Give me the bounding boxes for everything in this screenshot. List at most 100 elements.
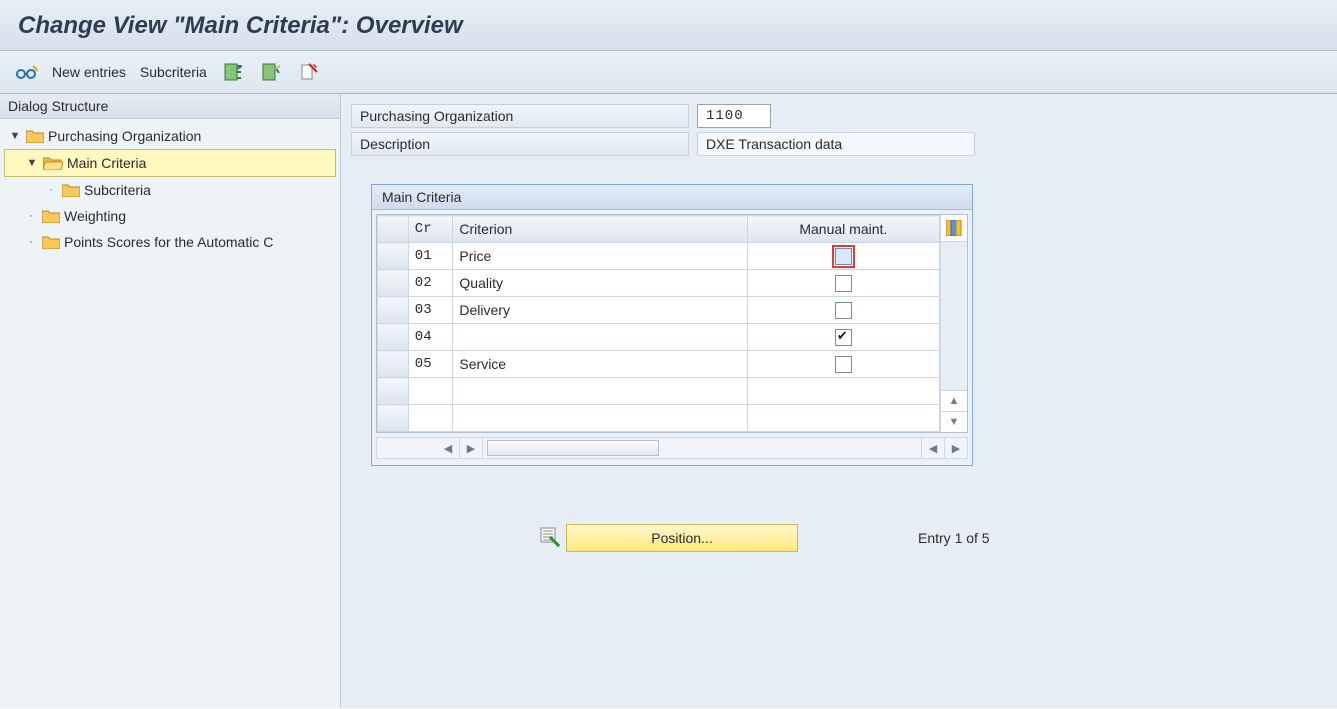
cell-manual-maint[interactable] (747, 405, 939, 432)
expander-icon[interactable]: ▼ (8, 130, 22, 142)
table-row[interactable]: 05 Service (378, 351, 940, 378)
cell-cr[interactable]: 03 (408, 297, 453, 324)
cell-criterion[interactable] (453, 405, 747, 432)
subcriteria-button[interactable]: Subcriteria (140, 64, 207, 80)
cell-cr[interactable]: 05 (408, 351, 453, 378)
horizontal-scrollbar[interactable]: ◀ ▶ ◀ ▶ (376, 437, 968, 459)
tree-label: Purchasing Organization (48, 128, 201, 144)
entry-counter: Entry 1 of 5 (918, 530, 990, 546)
col-header-criterion[interactable]: Criterion (453, 216, 747, 243)
cell-manual-maint[interactable] (747, 270, 939, 297)
dialog-structure-sidebar: Dialog Structure ▼ Purchasing Organizati… (0, 94, 341, 708)
tree-item-purchasing-organization[interactable]: ▼ Purchasing Organization (4, 123, 336, 149)
table-row[interactable]: 03 Delivery (378, 297, 940, 324)
row-selector[interactable] (378, 405, 409, 432)
cell-criterion[interactable]: Delivery (453, 297, 747, 324)
row-selector[interactable] (378, 297, 409, 324)
cell-cr[interactable] (408, 405, 453, 432)
select-all-icon[interactable] (221, 60, 245, 84)
checkbox[interactable] (835, 248, 852, 265)
checkbox[interactable] (835, 275, 852, 292)
scroll-right-icon[interactable]: ▶ (944, 438, 967, 458)
select-all-column[interactable] (378, 216, 409, 243)
table-row[interactable]: 01 Price (378, 243, 940, 270)
table-row[interactable] (378, 405, 940, 432)
cell-manual-maint[interactable] (747, 243, 939, 270)
row-selector[interactable] (378, 270, 409, 297)
description-label: Description (351, 132, 689, 156)
tree-item-weighting[interactable]: · Weighting (4, 203, 336, 229)
scroll-left-step-icon[interactable]: ◀ (921, 438, 944, 458)
table-row[interactable]: 02 Quality (378, 270, 940, 297)
col-header-cr[interactable]: Cr (408, 216, 453, 243)
bullet-icon: · (24, 210, 38, 222)
tree-item-points-scores[interactable]: · Points Scores for the Automatic C (4, 229, 336, 255)
position-button-label: Position... (651, 530, 712, 546)
cell-criterion[interactable] (453, 378, 747, 405)
checkbox[interactable] (835, 329, 852, 346)
glasses-icon[interactable] (14, 63, 38, 81)
field-row-purchasing-organization: Purchasing Organization 1100 (351, 102, 1327, 130)
table-header-row: Cr Criterion Manual maint. (378, 216, 940, 243)
scroll-down-icon[interactable]: ▼ (941, 411, 967, 432)
configure-columns-icon[interactable] (941, 215, 967, 242)
cell-cr[interactable]: 04 (408, 324, 453, 351)
checkbox[interactable] (835, 356, 852, 373)
cell-cr[interactable]: 01 (408, 243, 453, 270)
row-selector[interactable] (378, 243, 409, 270)
folder-open-icon (43, 156, 63, 170)
purchasing-organization-value[interactable]: 1100 (697, 104, 771, 128)
table-row[interactable]: 04 (378, 324, 940, 351)
scroll-thumb[interactable] (487, 440, 659, 456)
scroll-up-icon[interactable]: ▲ (941, 390, 967, 411)
row-selector[interactable] (378, 351, 409, 378)
cell-cr[interactable] (408, 378, 453, 405)
tree-label: Weighting (64, 208, 126, 224)
expander-icon[interactable]: ▼ (25, 157, 39, 169)
dialog-structure-tree: ▼ Purchasing Organization ▼ Main Criteri… (0, 119, 340, 259)
checkbox[interactable] (835, 302, 852, 319)
page-title: Change View "Main Criteria": Overview (18, 12, 1319, 40)
scroll-track[interactable] (941, 242, 967, 390)
folder-icon (62, 183, 80, 197)
scroll-left-icon[interactable]: ◀ (437, 438, 460, 458)
deselect-all-icon[interactable] (259, 60, 283, 84)
cell-manual-maint[interactable] (747, 324, 939, 351)
main-criteria-table: Main Criteria Cr Criterion Manual maint.… (371, 184, 973, 466)
tree-item-subcriteria[interactable]: · Subcriteria (4, 177, 336, 203)
tree-label: Points Scores for the Automatic C (64, 234, 273, 250)
tree-item-main-criteria[interactable]: ▼ Main Criteria (4, 149, 336, 177)
table-row[interactable] (378, 378, 940, 405)
cell-criterion[interactable]: Quality (453, 270, 747, 297)
scroll-right-step-icon[interactable]: ▶ (460, 438, 483, 458)
position-button[interactable]: Position... (566, 524, 798, 552)
cell-criterion[interactable]: Price (453, 243, 747, 270)
new-entries-button[interactable]: New entries (52, 64, 126, 80)
tree-label: Main Criteria (67, 155, 146, 171)
col-header-manual-maint[interactable]: Manual maint. (747, 216, 939, 243)
cell-criterion[interactable] (453, 324, 747, 351)
cell-manual-maint[interactable] (747, 297, 939, 324)
row-selector[interactable] (378, 324, 409, 351)
cell-cr[interactable]: 02 (408, 270, 453, 297)
vertical-scrollbar[interactable]: ▲ ▼ (940, 215, 967, 432)
table-title: Main Criteria (372, 185, 972, 210)
cell-criterion[interactable]: Service (453, 351, 747, 378)
title-bar: Change View "Main Criteria": Overview (0, 0, 1337, 51)
folder-icon (42, 209, 60, 223)
field-row-description: Description DXE Transaction data (351, 130, 1327, 158)
content-area: Purchasing Organization 1100 Description… (341, 94, 1337, 708)
folder-icon (26, 129, 44, 143)
scroll-track[interactable] (483, 438, 921, 458)
tree-label: Subcriteria (84, 182, 151, 198)
cell-manual-maint[interactable] (747, 351, 939, 378)
cell-manual-maint[interactable] (747, 378, 939, 405)
folder-icon (42, 235, 60, 249)
description-value: DXE Transaction data (697, 132, 975, 156)
bullet-icon: · (24, 236, 38, 248)
purchasing-organization-label: Purchasing Organization (351, 104, 689, 128)
position-icon[interactable] (540, 527, 560, 547)
row-selector[interactable] (378, 378, 409, 405)
delete-icon[interactable] (297, 60, 321, 84)
bullet-icon: · (44, 184, 58, 196)
